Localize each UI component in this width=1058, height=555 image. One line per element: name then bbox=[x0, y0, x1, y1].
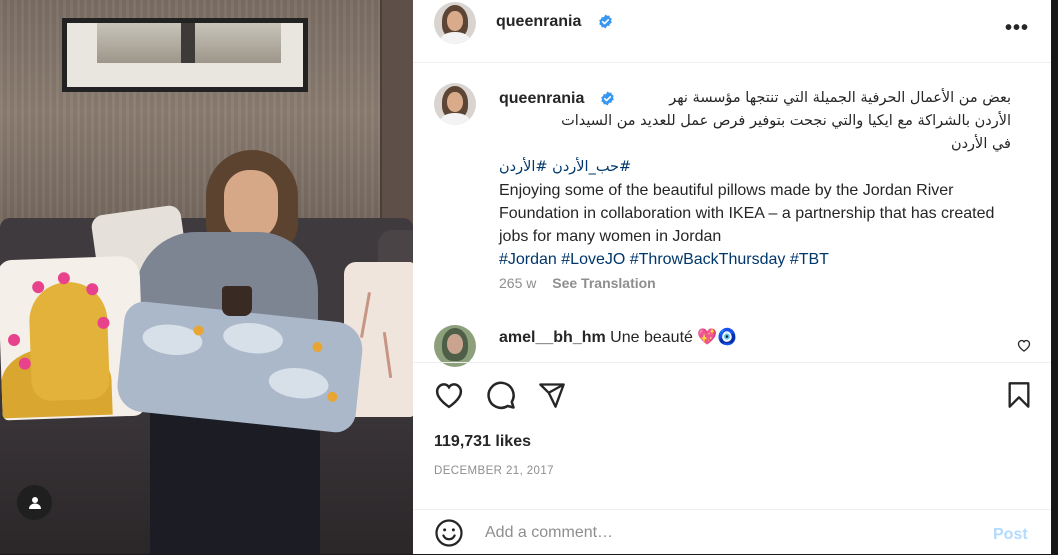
add-comment-row: Post bbox=[413, 509, 1051, 555]
post-header: queenrania ••• bbox=[413, 0, 1051, 63]
action-bar: 119,731 likes DECEMBER 21, 2017 Post bbox=[413, 362, 1051, 554]
send-icon[interactable] bbox=[538, 381, 566, 409]
caption-avatar[interactable] bbox=[434, 83, 476, 125]
arabic-hashtags[interactable]: #حب_الأردن #الأردن bbox=[499, 156, 647, 179]
comment-item: amel__bh_hm Une beauté 💖🧿 bbox=[499, 327, 737, 347]
caption-meta: 265 w See Translation bbox=[499, 275, 656, 291]
username-link[interactable]: queenrania bbox=[496, 13, 581, 31]
post-comment-button[interactable]: Post bbox=[993, 526, 1028, 544]
comment-icon[interactable] bbox=[486, 380, 516, 410]
person-icon bbox=[28, 496, 41, 509]
caption-text: queenrania بعض من الأعمال الحرفية الجميل… bbox=[499, 87, 1019, 271]
verified-badge-icon bbox=[601, 91, 614, 106]
caption-username-link[interactable]: queenrania bbox=[499, 87, 584, 110]
comment-input[interactable] bbox=[485, 518, 965, 548]
post-photo[interactable] bbox=[0, 0, 413, 554]
caption-arabic-line-1: بعض من الأعمال الحرفية الجميلة التي تنتج… bbox=[669, 90, 1011, 106]
like-comment-heart-icon[interactable] bbox=[1017, 339, 1031, 352]
comment-text: Une beauté 💖🧿 bbox=[610, 329, 738, 346]
caption-english: Enjoying some of the beautiful pillows m… bbox=[499, 182, 995, 245]
commenter-avatar[interactable] bbox=[434, 325, 476, 367]
avatar[interactable] bbox=[434, 2, 476, 44]
emoji-icon[interactable] bbox=[434, 518, 464, 548]
english-hashtags[interactable]: #Jordan #LoveJO #ThrowBackThursday #TBT bbox=[499, 248, 1019, 271]
framed-artwork bbox=[62, 18, 308, 92]
likes-count[interactable]: 119,731 likes bbox=[434, 433, 531, 451]
heart-icon[interactable] bbox=[434, 381, 464, 409]
verified-badge-icon bbox=[599, 14, 612, 29]
commenter-username[interactable]: amel__bh_hm bbox=[499, 329, 606, 346]
caption-section: queenrania بعض من الأعمال الحرفية الجميل… bbox=[413, 63, 1051, 367]
caption-arabic-line-2: الأردن بالشراكة مع ايكيا والتي نجحت بتوف… bbox=[561, 113, 1011, 129]
bookmark-icon[interactable] bbox=[1007, 381, 1031, 409]
see-translation-button[interactable]: See Translation bbox=[552, 275, 655, 291]
post-details-panel: queenrania ••• queenrania بعض من الأعمال… bbox=[413, 0, 1051, 554]
mug bbox=[222, 286, 252, 316]
post-age: 265 w bbox=[499, 275, 537, 291]
more-options-icon[interactable]: ••• bbox=[1005, 17, 1029, 40]
post-date: DECEMBER 21, 2017 bbox=[434, 465, 554, 477]
caption-arabic-line-3: في الأردن bbox=[950, 136, 1011, 152]
tagged-users-button[interactable] bbox=[17, 485, 52, 520]
instagram-post-dialog: queenrania ••• queenrania بعض من الأعمال… bbox=[0, 0, 1058, 554]
